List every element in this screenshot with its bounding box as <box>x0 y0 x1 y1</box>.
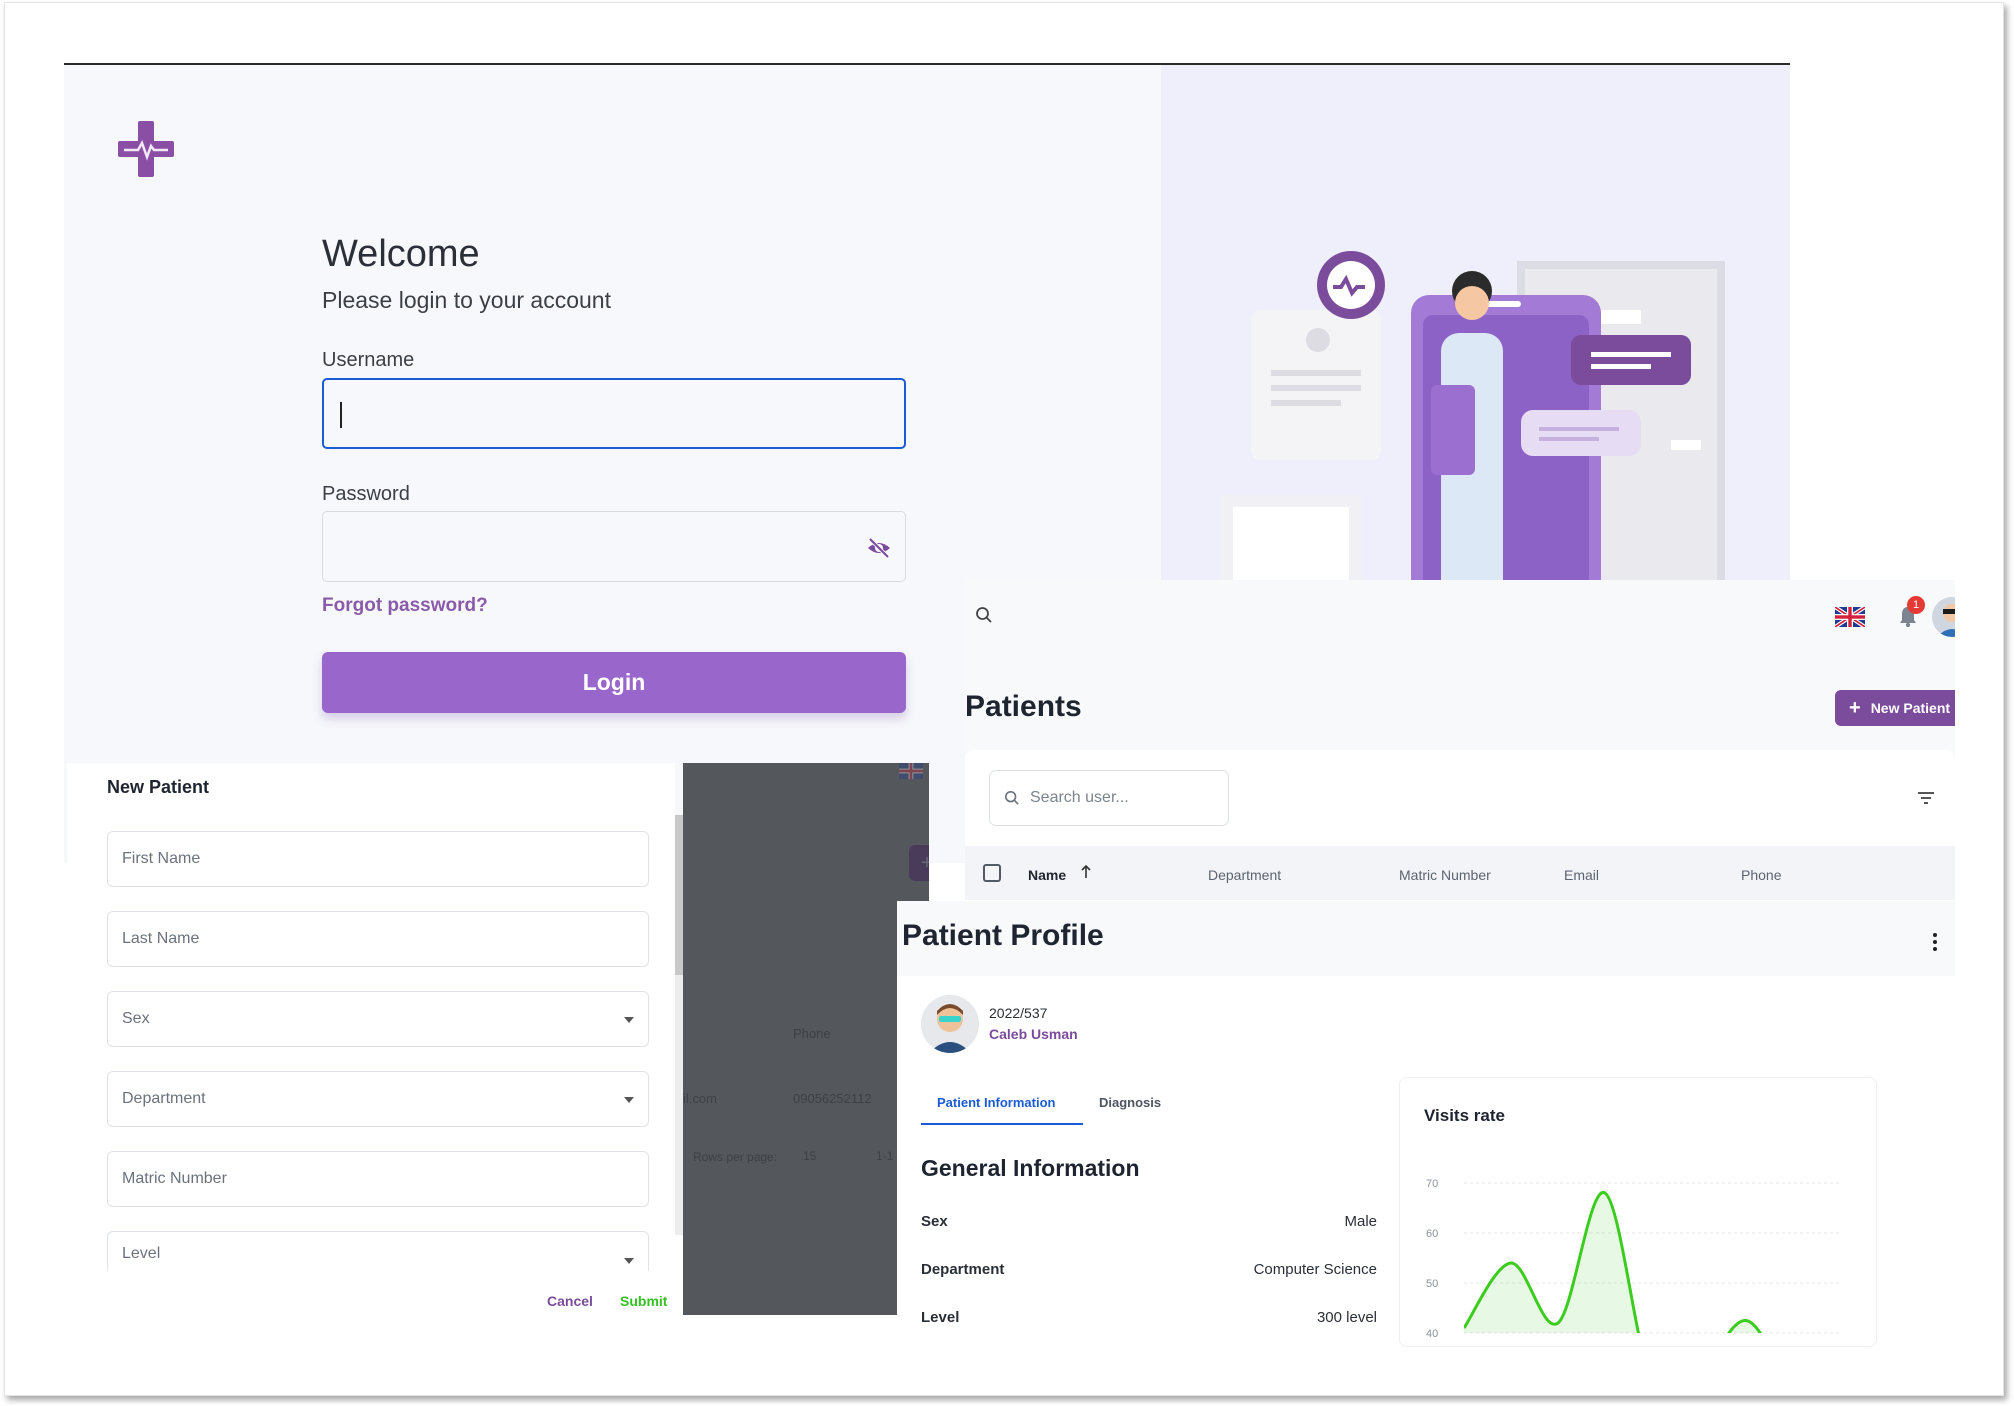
user-avatar[interactable] <box>1932 597 1955 637</box>
search-placeholder: Search user... <box>1030 789 1129 806</box>
column-email[interactable]: Email <box>1564 867 1599 883</box>
info-value: Male <box>1344 1213 1377 1230</box>
level-select[interactable]: Level <box>107 1231 649 1271</box>
column-department[interactable]: Department <box>1208 867 1281 883</box>
patient-avatar <box>921 995 979 1053</box>
department-placeholder: Department <box>122 1090 206 1107</box>
department-select[interactable]: Department <box>107 1071 649 1127</box>
table-header: Name Department Matric Number Email Phon… <box>965 846 1955 900</box>
sort-arrow-up-icon[interactable] <box>1080 864 1092 883</box>
y-tick-label: 70 <box>1426 1178 1438 1190</box>
patients-table-card: Search user... Name Department Matric Nu… <box>965 750 1955 900</box>
welcome-heading: Welcome <box>322 233 480 275</box>
patient-profile-screen: Patient Profile 2022/537 Caleb Usman Pat… <box>897 901 1955 1347</box>
matric-number-input[interactable]: Matric Number <box>107 1151 649 1207</box>
text-caret <box>340 402 342 428</box>
patients-screen: 1 Patients + New Patient Search user... <box>965 580 1955 900</box>
info-value: 300 level <box>1316 1309 1377 1326</box>
column-matric-number[interactable]: Matric Number <box>1399 867 1491 883</box>
modal-title: New Patient <box>107 777 210 797</box>
patient-avatar-icon <box>921 995 979 1053</box>
medical-cross-logo-icon <box>118 121 174 177</box>
password-label: Password <box>322 483 410 505</box>
page-title: Patients <box>965 690 1082 723</box>
login-button[interactable]: Login <box>322 652 906 713</box>
column-phone[interactable]: Phone <box>1741 867 1781 883</box>
user-avatar-icon <box>1937 604 1955 637</box>
backdrop-email-fragment: il.com <box>683 1091 717 1106</box>
dropdown-arrow-icon <box>624 1258 634 1264</box>
password-input[interactable] <box>322 511 906 582</box>
more-vertical-icon[interactable] <box>1933 933 1937 951</box>
username-label: Username <box>322 349 415 371</box>
notification-badge: 1 <box>1907 596 1925 614</box>
first-name-placeholder: First Name <box>122 850 201 867</box>
filter-icon[interactable] <box>1917 790 1935 806</box>
backdrop-rows-per-page: Rows per page: <box>693 1150 778 1164</box>
dropdown-arrow-icon <box>624 1017 634 1023</box>
info-value: Computer Science <box>1253 1261 1377 1278</box>
backdrop-rows-value: 15 <box>803 1149 817 1163</box>
uk-flag-icon <box>899 763 923 779</box>
submit-button[interactable]: Submit <box>620 1293 667 1309</box>
tab-diagnosis[interactable]: Diagnosis <box>1099 1095 1161 1110</box>
y-tick-label: 50 <box>1426 1278 1438 1290</box>
last-name-input[interactable]: Last Name <box>107 911 649 967</box>
sex-placeholder: Sex <box>122 1010 150 1027</box>
backdrop-phone-value: 09056252112 <box>793 1091 872 1106</box>
uk-flag-icon[interactable] <box>1835 607 1865 627</box>
backdrop-range-fragment: 1-1 <box>876 1149 894 1163</box>
plus-icon: + <box>909 845 929 881</box>
backdrop-phone-header: Phone <box>793 1026 831 1041</box>
new-patient-modal: New Patient First Name Last Name Sex Dep… <box>67 763 929 1315</box>
visits-rate-card: Visits rate 70 60 50 40 <box>1399 1077 1877 1347</box>
new-patient-button[interactable]: + New Patient <box>1835 690 1955 726</box>
dropdown-arrow-icon <box>624 1097 634 1103</box>
screenshot-frame: Welcome Please login to your account Use… <box>4 2 2004 1396</box>
patient-name: Caleb Usman <box>989 1026 1078 1042</box>
scrollbar-thumb[interactable] <box>675 815 683 975</box>
level-placeholder: Level <box>122 1245 161 1262</box>
new-patient-form: New Patient First Name Last Name Sex Dep… <box>67 763 675 1315</box>
username-input[interactable] <box>322 378 906 449</box>
page-title: Patient Profile <box>902 919 1104 952</box>
select-all-checkbox[interactable] <box>983 864 1001 882</box>
column-name[interactable]: Name <box>1028 867 1066 883</box>
y-tick-label: 40 <box>1426 1328 1438 1340</box>
first-name-input[interactable]: First Name <box>107 831 649 887</box>
eye-off-icon[interactable] <box>865 534 893 562</box>
y-tick-label: 60 <box>1426 1228 1438 1240</box>
new-patient-label: New Patient <box>1870 700 1951 716</box>
active-tab-indicator <box>921 1123 1083 1125</box>
tab-patient-information[interactable]: Patient Information <box>937 1095 1055 1110</box>
last-name-placeholder: Last Name <box>122 930 200 947</box>
search-icon[interactable] <box>975 606 993 624</box>
matric-number-placeholder: Matric Number <box>122 1170 227 1187</box>
cancel-button[interactable]: Cancel <box>547 1293 593 1309</box>
search-icon <box>1004 790 1019 805</box>
patient-matric-number: 2022/537 <box>989 1005 1048 1021</box>
sex-select[interactable]: Sex <box>107 991 649 1047</box>
info-label: Department <box>921 1261 1005 1278</box>
profile-header: Patient Profile <box>897 901 1955 976</box>
general-information-heading: General Information <box>921 1155 1140 1181</box>
plus-icon: + <box>1849 697 1861 719</box>
info-label: Level <box>921 1309 960 1326</box>
visits-rate-chart: 70 60 50 40 <box>1426 1178 1840 1340</box>
info-label: Sex <box>921 1213 948 1230</box>
forgot-password-link[interactable]: Forgot password? <box>322 595 488 617</box>
login-subtitle: Please login to your account <box>322 287 611 313</box>
modal-backdrop[interactable]: + Phone il.com 09056252112 Rows per page… <box>683 763 929 1315</box>
search-user-input[interactable]: Search user... <box>989 770 1229 826</box>
